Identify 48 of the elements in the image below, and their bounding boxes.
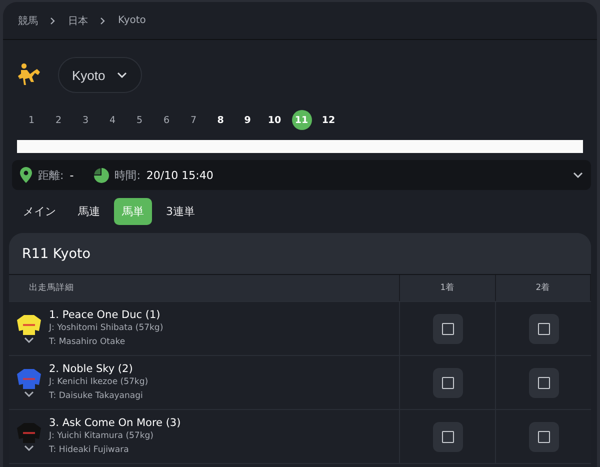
bet-type-tab[interactable]: メイン xyxy=(15,198,64,225)
race-number[interactable]: 5 xyxy=(126,110,153,130)
chevron-down-icon xyxy=(117,72,128,78)
checkbox[interactable] xyxy=(538,376,550,388)
bet-type-tab[interactable]: 馬連 xyxy=(70,198,108,225)
chevron-down-icon[interactable] xyxy=(24,444,34,450)
pie-clock-icon xyxy=(94,168,109,182)
race-number[interactable]: 3 xyxy=(72,110,99,130)
race-number[interactable]: 9 xyxy=(234,110,261,130)
chevron-down-icon[interactable] xyxy=(24,336,34,342)
horse-name: 3. Ask Come On More (3) xyxy=(49,416,181,428)
location-pin-icon xyxy=(20,167,32,183)
chevron-right-icon xyxy=(50,16,56,24)
race-title: R11 Kyoto xyxy=(9,233,591,275)
checkbox[interactable] xyxy=(442,376,454,388)
checkbox[interactable] xyxy=(442,322,454,334)
jockey-text: J: Yoshitomi Shibata (57kg) xyxy=(49,322,164,334)
trainer-text: T: Masahiro Otake xyxy=(49,336,126,348)
race-number[interactable]: 2 xyxy=(45,110,72,130)
jockey-text: J: Yuichi Kitamura (57kg) xyxy=(49,430,154,442)
breadcrumb-link[interactable]: Kyoto xyxy=(118,15,146,26)
race-number[interactable]: 1 xyxy=(18,110,45,130)
breadcrumb-link[interactable]: 競馬 xyxy=(18,14,38,28)
bet-type-tab[interactable]: 3連単 xyxy=(158,198,203,225)
chevron-down-icon[interactable] xyxy=(573,172,583,178)
race-number[interactable]: 4 xyxy=(99,110,126,130)
horse-name: 2. Noble Sky (2) xyxy=(49,362,134,374)
trainer-text: T: Hideaki Fujiwara xyxy=(49,444,130,456)
time-value: 20/10 15:40 xyxy=(146,168,214,182)
race-number[interactable]: 12 xyxy=(315,110,342,130)
checkbox[interactable] xyxy=(538,430,550,442)
time-label: 時間: xyxy=(114,168,140,182)
race-number[interactable]: 8 xyxy=(207,110,234,130)
breadcrumb-link[interactable]: 日本 xyxy=(68,14,88,28)
chevron-right-icon xyxy=(100,16,106,24)
venue-dropdown[interactable]: Kyoto xyxy=(58,57,142,93)
horse-name: 1. Peace One Duc (1) xyxy=(49,308,162,320)
race-number[interactable]: 10 xyxy=(261,110,288,130)
distance-label: 距離: xyxy=(38,168,64,182)
horse-rider-icon xyxy=(16,63,42,87)
checkbox[interactable] xyxy=(442,430,454,442)
trainer-text: T: Daisuke Takayanagi xyxy=(49,390,144,402)
race-number[interactable]: 7 xyxy=(180,110,207,130)
chevron-down-icon[interactable] xyxy=(24,390,34,396)
checkbox[interactable] xyxy=(538,322,550,334)
race-number[interactable]: 6 xyxy=(153,110,180,130)
distance-value: - xyxy=(70,168,74,182)
jockey-text: J: Kenichi Ikezoe (57kg) xyxy=(49,376,148,388)
